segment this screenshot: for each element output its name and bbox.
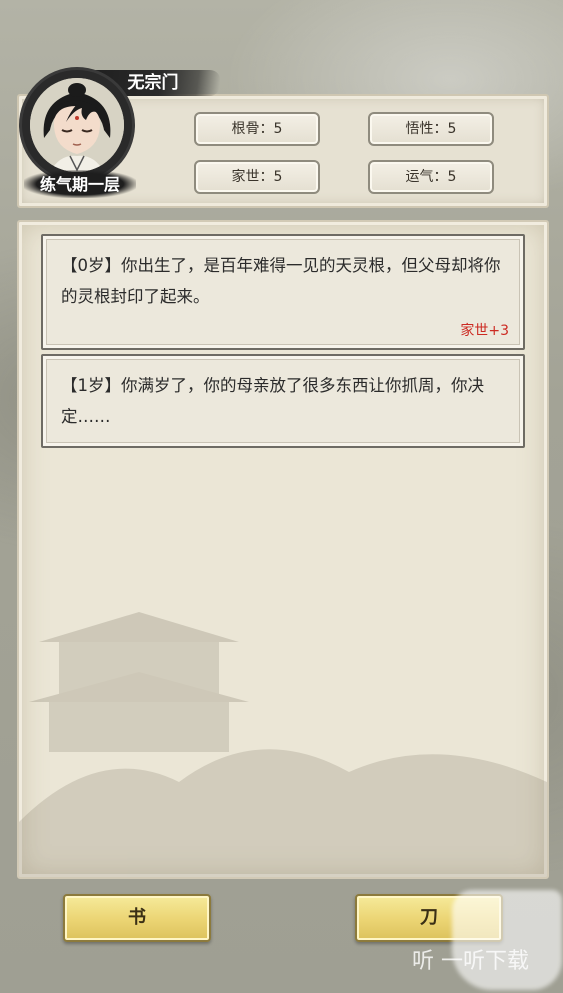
- cultivation-realm: 练气期一层: [39, 175, 120, 194]
- stat-constitution[interactable]: 根骨：5: [194, 112, 320, 146]
- event-text: 【1岁】你满岁了，你的母亲放了很多东西让你抓周，你决定……: [61, 376, 484, 426]
- avatar: [30, 78, 124, 172]
- cultivator-portrait-icon: [30, 78, 124, 172]
- event-card: 【0岁】你出生了，是百年难得一见的天灵根，但父母却将你的灵根封印了起来。 家世+…: [41, 234, 525, 350]
- life-story-panel[interactable]: 【0岁】你出生了，是百年难得一见的天灵根，但父母却将你的灵根封印了起来。 家世+…: [17, 220, 549, 879]
- stat-luck[interactable]: 运气：5: [368, 160, 494, 194]
- choice-book-button[interactable]: 书: [63, 894, 211, 942]
- sect-name: 无宗门: [127, 73, 179, 93]
- event-text: 【0岁】你出生了，是百年难得一见的天灵根，但父母却将你的灵根封印了起来。: [61, 256, 501, 306]
- stat-family-background[interactable]: 家世：5: [194, 160, 320, 194]
- event-effect: 家世+3: [460, 323, 509, 339]
- stat-comprehension[interactable]: 悟性：5: [368, 112, 494, 146]
- event-card: 【1岁】你满岁了，你的母亲放了很多东西让你抓周，你决定……: [41, 354, 525, 448]
- temple-landscape-icon: [19, 612, 547, 877]
- watermark-text: 听 一听下载: [412, 949, 529, 974]
- avatar-frame[interactable]: [22, 70, 132, 180]
